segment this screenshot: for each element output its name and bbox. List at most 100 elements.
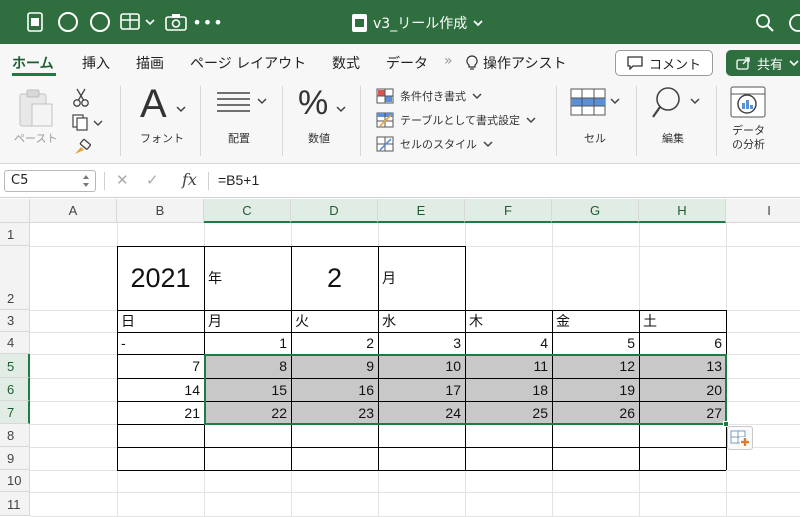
editing-search-icon[interactable] [652, 86, 702, 124]
row-header-4[interactable]: 4 [0, 332, 30, 354]
comment-button[interactable]: コメント [615, 50, 713, 76]
column-header-c[interactable]: C [204, 199, 291, 223]
row-header-2[interactable]: 2 [0, 246, 30, 310]
tab-home[interactable]: ホーム [12, 53, 54, 73]
cells-icon[interactable] [570, 88, 622, 122]
row-header-8[interactable]: 8 [0, 424, 30, 447]
row-header-1[interactable]: 1 [0, 223, 30, 246]
worksheet-grid[interactable]: A B C D E F G H I 1 2 3 4 5 6 7 8 9 10 11 2021 年 2 月日月火水木金土 -1 2 3… [0, 199, 800, 517]
cell-weekday[interactable]: 木 [465, 310, 552, 332]
undo-circle-icon[interactable] [90, 12, 110, 32]
autosave-circle-icon[interactable] [58, 12, 78, 32]
cell-day[interactable]: 7 [117, 354, 204, 378]
conditional-formatting-icon [376, 88, 394, 104]
formula-input[interactable]: =B5+1 [218, 172, 259, 188]
excel-doc-icon[interactable] [26, 12, 46, 32]
cell-weekday[interactable]: 月 [204, 310, 291, 332]
row-header-9[interactable]: 9 [0, 447, 30, 470]
enter-icon[interactable]: ✓ [146, 171, 159, 189]
cell-day[interactable]: 3 [378, 332, 465, 354]
cell-weekday[interactable]: 土 [639, 310, 726, 332]
lightbulb-icon [466, 55, 478, 70]
cancel-icon[interactable]: ✕ [116, 171, 129, 189]
document-title[interactable]: v3_リール作成 [352, 12, 483, 34]
camera-icon[interactable] [165, 12, 187, 32]
tab-formulas[interactable]: 数式 [332, 53, 360, 73]
cell-weekday[interactable]: 日 [117, 310, 204, 332]
cell-day[interactable]: 21 [117, 401, 204, 424]
format-as-table-button[interactable]: テーブルとして書式設定 [376, 112, 536, 128]
format-painter-icon[interactable] [72, 138, 92, 160]
paste-icon[interactable] [18, 88, 54, 132]
share-button[interactable]: 共有 [726, 50, 800, 76]
row-header-3[interactable]: 3 [0, 310, 30, 332]
cell-day[interactable]: 14 [117, 378, 204, 401]
cell-day[interactable]: 4 [465, 332, 552, 354]
cell-weekday[interactable]: 火 [291, 310, 378, 332]
ribbon-separator [282, 86, 283, 156]
font-label: フォント [140, 132, 184, 145]
tabs-overflow-icon[interactable]: » [444, 53, 453, 69]
cell-styles-button[interactable]: セルのスタイル [376, 136, 493, 152]
chevron-down-icon[interactable] [176, 98, 186, 117]
tab-draw[interactable]: 描画 [136, 53, 164, 73]
cell-day[interactable]: 1 [204, 332, 291, 354]
analyze-data-icon[interactable] [730, 86, 766, 122]
row-header-11[interactable]: 11 [0, 492, 30, 516]
select-all-corner[interactable] [0, 199, 30, 223]
cell-day[interactable]: - [117, 332, 204, 354]
name-box[interactable]: C5 [4, 170, 96, 192]
cell-day[interactable]: 6 [639, 332, 726, 354]
cell-month[interactable]: 2 [291, 246, 378, 310]
column-header-i[interactable]: I [726, 199, 800, 223]
cell-year[interactable]: 2021 [117, 246, 204, 310]
font-icon[interactable]: A [140, 82, 167, 127]
column-header-f[interactable]: F [465, 199, 552, 223]
cell-day[interactable]: 5 [552, 332, 639, 354]
cell-weekday[interactable]: 水 [378, 310, 465, 332]
column-header-g[interactable]: G [552, 199, 639, 223]
row-header-10[interactable]: 10 [0, 470, 30, 492]
cells-label: セル [584, 132, 606, 145]
chevron-down-icon [472, 93, 482, 100]
cell-day[interactable]: 2 [291, 332, 378, 354]
autofill-options-button[interactable] [727, 426, 753, 450]
comment-icon [627, 56, 643, 70]
analyze-data-label[interactable]: データ の分析 [732, 124, 765, 152]
ribbon-separator [556, 86, 557, 156]
row-header-6[interactable]: 6 [0, 378, 30, 401]
column-header-b[interactable]: B [117, 199, 204, 223]
percent-icon[interactable]: % [298, 84, 328, 123]
tell-me-box[interactable]: 操作アシスト [466, 53, 566, 73]
copy-icon[interactable] [72, 114, 104, 136]
column-header-e[interactable]: E [378, 199, 465, 223]
stepper-icon[interactable] [82, 174, 90, 188]
cell-year-unit[interactable]: 年 [204, 246, 291, 310]
column-header-h[interactable]: H [639, 199, 726, 223]
chevron-down-icon [789, 60, 799, 67]
alignment-icon[interactable] [216, 90, 268, 118]
tab-data[interactable]: データ [386, 53, 428, 73]
tab-page-layout[interactable]: ページ レイアウト [190, 53, 306, 73]
ribbon-home: ペースト A フォント 配置 % 数値 条件付き書式 テーブルとして書式設定 セ… [0, 80, 800, 164]
more-icon[interactable]: ••• [192, 12, 222, 32]
cell-weekday[interactable]: 金 [552, 310, 639, 332]
search-icon[interactable] [754, 12, 776, 34]
cut-icon[interactable] [72, 88, 90, 112]
paste-label: ペースト [14, 132, 58, 145]
tab-insert[interactable]: 挿入 [82, 53, 110, 73]
column-header-d[interactable]: D [291, 199, 378, 223]
cell-month-unit[interactable]: 月 [378, 246, 465, 310]
alignment-label: 配置 [228, 132, 250, 145]
ribbon-separator [716, 86, 717, 156]
chevron-down-icon[interactable] [336, 98, 346, 117]
row-header-5[interactable]: 5 [0, 354, 30, 378]
chevron-down-icon [473, 20, 483, 27]
row-header-7[interactable]: 7 [0, 401, 30, 424]
conditional-formatting-button[interactable]: 条件付き書式 [376, 88, 482, 104]
column-header-a[interactable]: A [30, 199, 117, 223]
insert-function-icon[interactable]: fx [182, 170, 197, 189]
smiley-icon[interactable] [788, 12, 800, 34]
number-label: 数値 [308, 132, 330, 145]
table-grid-icon[interactable] [120, 12, 156, 32]
